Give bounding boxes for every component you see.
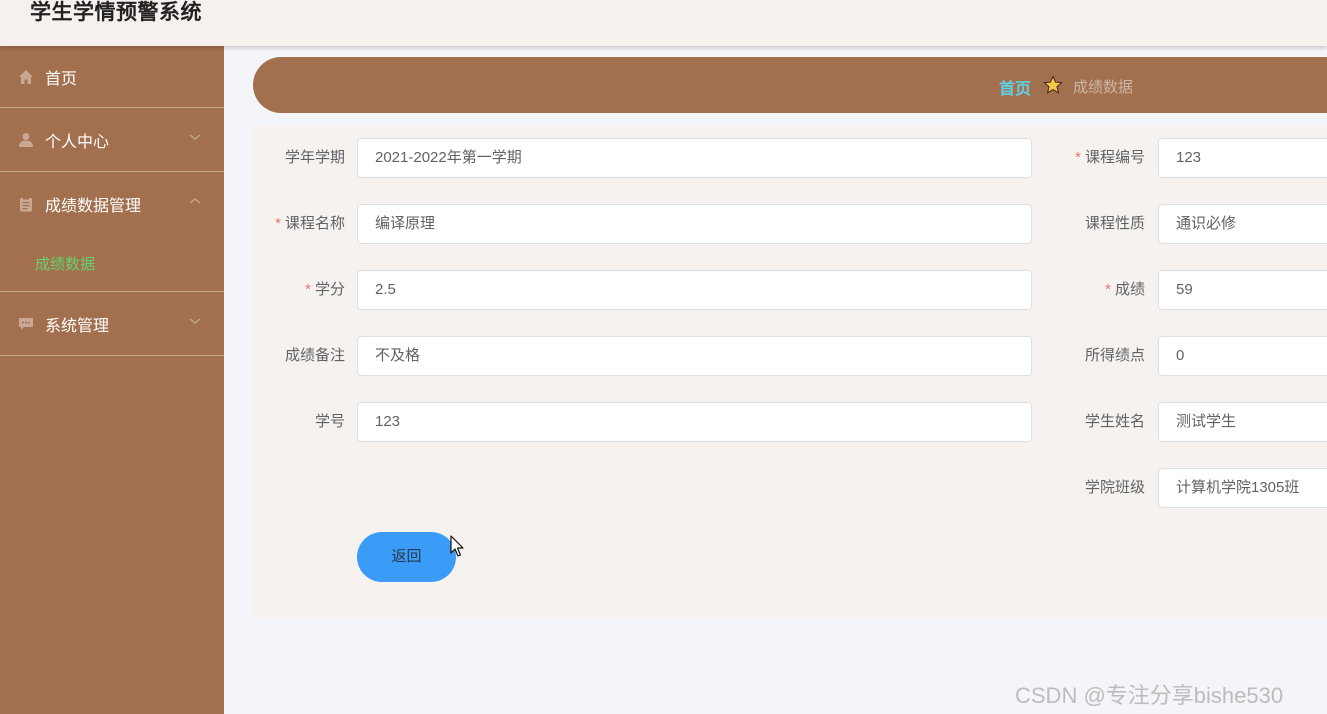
mouse-cursor-icon [450, 535, 464, 557]
sidebar-item-home[interactable]: 首页 [0, 46, 224, 108]
sidebar-item-label: 成绩数据管理 [45, 198, 142, 215]
sidebar-item-system-management[interactable]: 系统管理 [0, 292, 224, 356]
grade-point-field[interactable]: 0 [1158, 336, 1327, 376]
watermark: CSDN @专注分享bishe530 [1015, 683, 1284, 708]
sidebar-item-label: 系统管理 [45, 317, 110, 335]
course-type-field[interactable]: 通识必修 [1158, 204, 1327, 244]
sidebar-item-personal-center[interactable]: 个人中心 [0, 108, 224, 172]
chevron-up-icon [189, 198, 201, 204]
user-icon [19, 132, 33, 147]
sidebar-item-label: 个人中心 [45, 133, 110, 151]
back-button[interactable]: 返回 [357, 532, 456, 582]
credit-field[interactable]: 2.5 [357, 270, 1032, 310]
required-mark: * [1075, 149, 1081, 166]
star-icon [1043, 75, 1063, 94]
chevron-down-icon [189, 318, 201, 324]
college-class-field[interactable]: 计算机学院1305班 [1158, 468, 1327, 508]
top-bar: 学生学情预警系统 [0, 0, 1327, 46]
breadcrumb: 首页 成绩数据 [253, 57, 1327, 113]
course-name-field[interactable]: 编译原理 [357, 204, 1032, 244]
required-mark: * [305, 281, 311, 298]
field-label-credit: * 学分 [305, 281, 345, 298]
sidebar-item-label: 首页 [45, 70, 78, 88]
required-mark: * [1105, 281, 1111, 298]
sidebar-subitem-score-data[interactable]: 成绩数据 [0, 236, 224, 292]
field-label-student-name: 学生姓名 [1084, 413, 1145, 430]
app-title: 学生学情预警系统 [30, 1, 202, 24]
chevron-down-icon [189, 134, 201, 140]
field-label-score-remark: 成绩备注 [284, 347, 345, 364]
course-code-field[interactable]: 123 [1158, 138, 1327, 178]
breadcrumb-home-link[interactable]: 首页 [999, 75, 1031, 99]
field-label-semester: 学年学期 [284, 149, 345, 166]
semester-field[interactable]: 2021-2022年第一学期 [357, 138, 1032, 178]
sidebar: 首页 个人中心 成绩数据管理 成绩数据 系统管理 [0, 46, 224, 714]
score-remark-field[interactable]: 不及格 [357, 336, 1032, 376]
field-label-course-type: 课程性质 [1084, 215, 1145, 232]
field-label-course-name: * 课程名称 [275, 215, 345, 232]
field-label-grade-point: 所得绩点 [1084, 347, 1145, 364]
field-label-student-id: 学号 [314, 413, 345, 430]
clipboard-icon [20, 196, 32, 212]
field-label-college-class: 学院班级 [1084, 479, 1145, 496]
required-mark: * [275, 215, 281, 232]
field-label-score: * 成绩 [1105, 281, 1145, 298]
field-label-course-code: * 课程编号 [1075, 149, 1145, 166]
score-field[interactable]: 59 [1158, 270, 1327, 310]
breadcrumb-current: 成绩数据 [1073, 79, 1134, 96]
sidebar-item-score-management[interactable]: 成绩数据管理 [0, 172, 224, 236]
chat-icon [19, 317, 33, 330]
home-icon [19, 69, 33, 84]
student-id-field[interactable]: 123 [357, 402, 1032, 442]
student-name-field[interactable]: 测试学生 [1158, 402, 1327, 442]
